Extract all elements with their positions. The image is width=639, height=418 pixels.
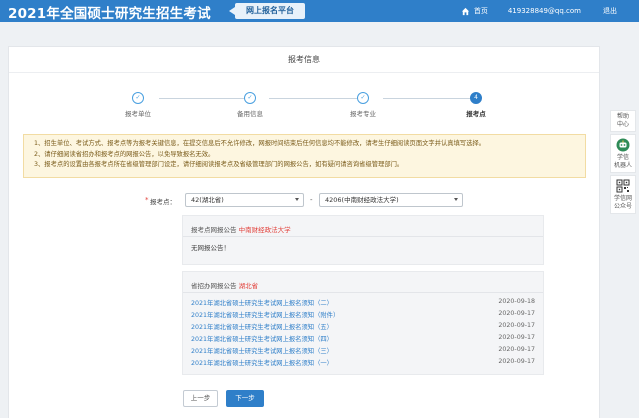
divider [183, 236, 543, 237]
notice-link[interactable]: 2021年湖北省硕士研究生考试网上报名须知（二） [191, 298, 333, 307]
home-icon[interactable] [461, 7, 470, 16]
province-announcement-title: 省招办网报公告 湖北省 [191, 280, 258, 290]
required-mark: * [145, 196, 149, 204]
top-nav: 首页 419328849@qq.com 退出 [461, 0, 617, 22]
notice-date: 2020-09-17 [498, 310, 535, 317]
wechat-account-button[interactable]: 学信网 公众号 [610, 175, 636, 214]
qr-code-icon [616, 179, 630, 193]
notice-date: 2020-09-17 [498, 334, 535, 341]
select-separator: - [310, 196, 313, 204]
side-label: 学信 [616, 154, 629, 161]
notice-link[interactable]: 2021年湖北省硕士研究生考试网上报名须知（四） [191, 334, 333, 343]
notice-date: 2020-09-18 [498, 298, 535, 305]
robot-icon [616, 138, 630, 152]
list-item: 2021年湖北省硕士研究生考试网上报名须知（五） 2020-09-17 [191, 322, 535, 332]
list-item: 2021年湖北省硕士研究生考试网上报名须知（四） 2020-09-17 [191, 334, 535, 344]
side-label: 帮助 [616, 113, 629, 120]
check-icon: ✓ [244, 92, 256, 104]
notice-date: 2020-09-17 [498, 322, 535, 329]
side-label: 中心 [616, 121, 629, 128]
announcement-title-prefix: 报考点网报公告 [191, 226, 237, 234]
list-item: 2021年湖北省硕士研究生考试网上报名须知（三） 2020-09-17 [191, 346, 535, 356]
announcement-body: 无网报公告！ [191, 244, 230, 252]
page-title: 报考信息 [9, 47, 599, 73]
check-icon: ✓ [132, 92, 144, 104]
step-number-badge: 4 [470, 92, 482, 104]
announcement-title-highlight: 中南财经政法大学 [238, 226, 291, 234]
main-card: 报考信息 ✓ 报考单位 ✓ 备用信息 ✓ 报考专业 4 报考点 1、招生单位、考… [8, 46, 600, 418]
next-step-button[interactable]: 下一步 [226, 390, 264, 407]
notice-date: 2020-09-17 [498, 346, 535, 353]
robot-button[interactable]: 学信 机器人 [610, 134, 636, 173]
province-select-value: 42(湖北省) [191, 196, 224, 204]
step-4: 4 报考点 [446, 92, 506, 118]
divider [183, 292, 543, 293]
step-progress: ✓ 报考单位 ✓ 备用信息 ✓ 报考专业 4 报考点 [9, 83, 599, 123]
province-title-prefix: 省招办网报公告 [191, 282, 237, 290]
step-1: ✓ 报考单位 [108, 92, 168, 118]
check-icon: ✓ [357, 92, 369, 104]
step-2: ✓ 备用信息 [220, 92, 280, 118]
notice-line: 2、请仔细阅读省招办和报考点的网报公告，以免导致报名无效。 [34, 150, 215, 158]
notice-link[interactable]: 2021年湖北省硕士研究生考试网上报名须知（五） [191, 322, 333, 331]
side-toolbar: 帮助 中心 学信 机器人 学信网 公众号 [610, 110, 636, 216]
notice-line: 3、报考点的设置由各报考点所在省级管理部门设定，请仔细阅读报考点及省级管理部门的… [34, 161, 404, 168]
portal-badge: 网上报名平台 [229, 3, 305, 19]
list-item: 2021年湖北省硕士研究生考试网上报名须知（二） 2020-09-18 [191, 298, 535, 308]
exam-site-label: 报考点： [150, 198, 176, 206]
top-header: 2021年全国硕士研究生招生考试 网上报名平台 首页 419328849@qq.… [0, 0, 639, 22]
prev-step-button[interactable]: 上一步 [183, 390, 218, 407]
list-item: 2021年湖北省硕士研究生考试网上报名须知（附件） 2020-09-17 [191, 310, 535, 320]
announcement-title: 报考点网报公告 中南财经政法大学 [191, 224, 291, 234]
logout-link[interactable]: 退出 [603, 6, 617, 16]
province-select[interactable]: 42(湖北省) [185, 193, 304, 207]
notice-link[interactable]: 2021年湖北省硕士研究生考试网上报名须知（附件） [191, 310, 339, 319]
brand-title: 2021年全国硕士研究生招生考试 [8, 6, 211, 22]
notice-line: 1、招生单位、考试方式、报考点等为报考关键信息，在提交信息后不允许修改，网报时间… [34, 140, 486, 147]
home-link[interactable]: 首页 [474, 6, 488, 16]
help-center-button[interactable]: 帮助 中心 [610, 110, 636, 132]
step-label: 报考专业 [350, 110, 376, 118]
notice-box: 1、招生单位、考试方式、报考点等为报考关键信息，在提交信息后不允许修改，网报时间… [23, 134, 586, 178]
step-label: 报考点 [466, 110, 486, 118]
exam-site-select-value: 4206(中南财经政法大学) [325, 196, 399, 204]
province-title-highlight: 湖北省 [238, 282, 259, 290]
side-label: 公众号 [613, 203, 632, 210]
step-3: ✓ 报考专业 [333, 92, 393, 118]
chevron-down-icon [454, 198, 458, 201]
step-label: 报考单位 [125, 110, 151, 118]
side-label: 学信网 [613, 195, 632, 202]
side-label: 机器人 [613, 162, 632, 169]
user-email: 419328849@qq.com [507, 7, 581, 15]
exam-site-select[interactable]: 4206(中南财经政法大学) [319, 193, 463, 207]
list-item: 2021年湖北省硕士研究生考试网上报名须知（一） 2020-09-17 [191, 358, 535, 368]
notice-link[interactable]: 2021年湖北省硕士研究生考试网上报名须知（一） [191, 358, 333, 367]
exam-site-row: * 报考点： 42(湖北省) - 4206(中南财经政法大学) [9, 193, 599, 207]
notice-link[interactable]: 2021年湖北省硕士研究生考试网上报名须知（三） [191, 346, 333, 355]
exam-site-announcement: 报考点网报公告 中南财经政法大学 无网报公告！ [182, 215, 544, 265]
chevron-down-icon [295, 198, 299, 201]
notice-date: 2020-09-17 [498, 358, 535, 365]
province-announcement: 省招办网报公告 湖北省 2021年湖北省硕士研究生考试网上报名须知（二） 202… [182, 271, 544, 375]
step-label: 备用信息 [237, 110, 263, 118]
